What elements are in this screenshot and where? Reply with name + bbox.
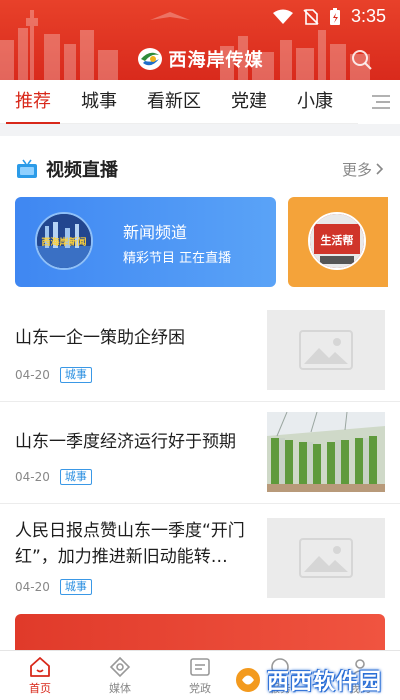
menu-lines-icon [372,95,390,109]
news-title: 山东一季度经济运行好于预期 [15,432,236,452]
channel-menu-button[interactable] [358,80,400,124]
nav-home[interactable]: 首页 [0,651,80,700]
nav-label: 首页 [29,681,51,695]
brand-name: 西海岸传媒 [168,50,264,71]
nav-gov[interactable]: 党政 [160,651,240,700]
gov-icon [190,657,210,676]
channel-logo-image: 西海岸新闻 [37,214,91,268]
channel-thumbnail: 生活帮 [308,212,366,270]
section-header: 视频直播 更多 [16,156,384,182]
live-card-news-channel[interactable]: 西海岸新闻 新闻频道 精彩节目 正在直播 [15,197,276,287]
card-title: 新闻频道 [123,223,188,242]
channel-tabs: 推荐 城事 看新区 党建 小康 核 [0,80,400,124]
search-icon[interactable] [350,48,374,72]
watermark-logo-icon [233,666,262,694]
news-image [267,412,385,492]
brand-logo-icon [137,48,162,70]
card-subtitle: 精彩节目 正在直播 [123,251,232,266]
tab-xiaokang[interactable]: 小康 [282,80,348,124]
app-header: 3:35 西海岸传媒 [0,0,400,80]
nav-media[interactable]: 媒体 [80,651,160,700]
more-link[interactable]: 更多 [342,159,384,180]
news-item[interactable]: 山东一企一策助企纾困 04-20 城事 [0,300,400,402]
news-image [267,310,385,390]
news-date: 04-20 [15,470,50,484]
image-placeholder-icon [299,330,353,370]
more-label: 更多 [341,160,372,179]
news-date: 04-20 [15,580,50,594]
news-tag: 城事 [59,367,92,383]
section-title: 视频直播 [46,160,118,181]
nav-label: 党政 [189,681,211,695]
greenhouse-photo-image [267,412,385,492]
status-bar: 3:35 [272,6,386,27]
wifi-icon [272,9,293,24]
news-title: 人民日报点赞山东一季度“开门红”，加力推进新旧动能转… [15,521,245,567]
no-sim-icon [303,8,319,25]
live-card-second[interactable]: 生活帮 [288,197,388,287]
news-title: 山东一企一策助企纾困 [15,328,185,348]
video-live-section: 视频直播 更多 西海岸新闻 新闻频道 精彩节目 正在直播 生活帮 [0,136,400,300]
tab-city[interactable]: 城事 [66,80,132,124]
home-icon [30,656,50,677]
status-time: 3:35 [350,6,386,26]
channel-logo-text: 生活帮 [321,233,354,247]
news-item[interactable]: 山东一季度经济运行好于预期 04-20 城事 [0,402,400,504]
channel-logo-text: 西海岸新闻 [41,236,86,248]
news-tag: 城事 [59,579,92,595]
media-icon [109,656,131,677]
channel-thumbnail: 西海岸新闻 [35,212,93,270]
tab-party[interactable]: 党建 [216,80,282,124]
battery-icon [329,7,340,25]
chevron-right-icon [376,163,384,175]
news-meta: 04-20 城事 [15,367,92,383]
news-date: 04-20 [15,368,50,382]
watermark-text: 西西软件园 [266,670,382,695]
tab-recommend[interactable]: 推荐 [0,80,66,124]
news-item[interactable]: 人民日报点赞山东一季度“开门红”，加力推进新旧动能转… 04-20 城事 [0,504,400,614]
news-image [267,518,385,598]
brand-logo: 西海岸传媒 [0,46,400,72]
nav-label: 媒体 [109,681,131,695]
watermark: 西西软件园 [233,664,382,696]
news-tag: 城事 [59,469,92,485]
channel-logo-image: 生活帮 [310,214,364,268]
promo-banner[interactable] [15,614,385,654]
news-meta: 04-20 城事 [15,469,92,485]
tab-new-district[interactable]: 看新区 [132,80,216,124]
image-placeholder-icon [299,538,353,578]
news-meta: 04-20 城事 [15,579,92,595]
tv-icon [17,159,37,178]
